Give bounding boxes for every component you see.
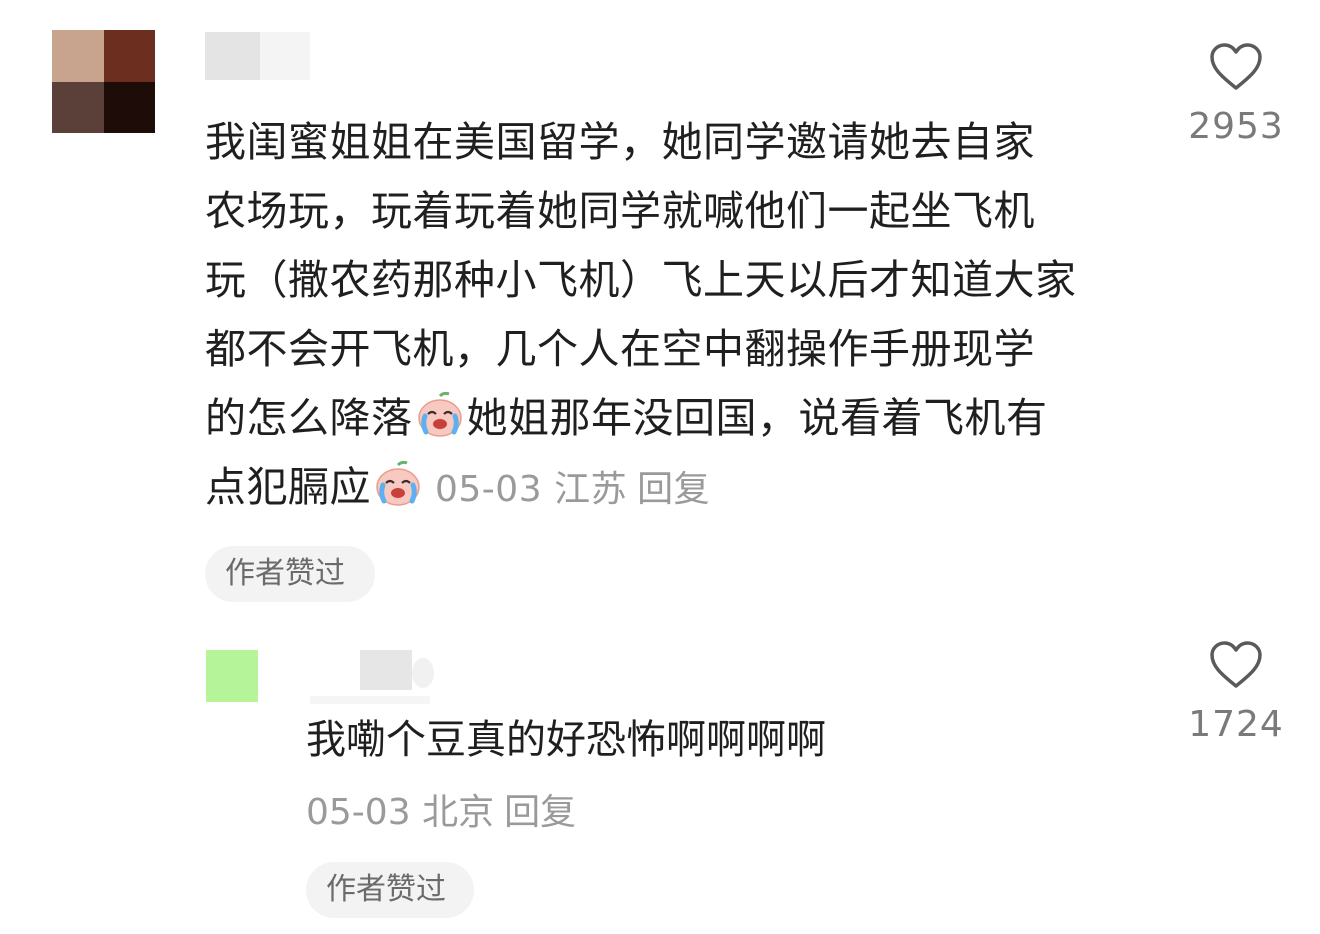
reply-date: 05-03 <box>306 792 411 833</box>
comment-line: 都不会开飞机，几个人在空中翻操作手册现学 <box>205 325 1035 373</box>
comment-fragment: 她姐那年没回国，说看着飞机有 <box>466 394 1048 442</box>
comment-meta: 05-03 江苏 回复 <box>435 469 710 510</box>
comment-fragment: 点犯膈应 <box>205 463 371 511</box>
username-blurred-tail <box>260 32 310 80</box>
crying-face-emoji-icon <box>376 461 420 506</box>
comment-date: 05-03 <box>435 469 543 510</box>
reply-text: 我嘞个豆真的好恐怖啊啊啊啊 <box>306 717 826 763</box>
comment-line: 的怎么降落 她姐那年没回国，说看着飞机有 <box>205 384 1140 453</box>
like-control[interactable]: 2953 <box>1171 42 1301 147</box>
comment-line: 玩（撒农药那种小飞机）飞上天以后才知道大家 <box>205 256 1077 304</box>
heart-outline-icon[interactable] <box>1209 42 1263 92</box>
like-count: 2953 <box>1188 106 1284 147</box>
author-liked-badge: 作者赞过 <box>306 862 474 918</box>
comment-text: 我闺蜜姐姐在美国留学，她同学邀请她去自家 农场玩，玩着玩着她同学就喊他们一起坐飞… <box>205 108 1140 524</box>
reply-location: 北京 <box>422 792 495 833</box>
reply-avatar[interactable] <box>206 650 258 702</box>
reply-button[interactable]: 回复 <box>504 792 576 833</box>
reply-meta: 05-03 北京 回复 <box>306 788 576 838</box>
username-blurred[interactable] <box>205 32 260 80</box>
comment-line: 点犯膈应 05-03 江苏 回复 <box>205 453 1140 524</box>
comment-line: 农场玩，玩着玩着她同学就喊他们一起坐飞机 <box>205 187 1035 235</box>
comment-line: 我闺蜜姐姐在美国留学，她同学邀请她去自家 <box>205 118 1035 166</box>
crying-face-emoji-icon <box>417 392 462 437</box>
author-liked-badge: 作者赞过 <box>205 546 375 602</box>
heart-outline-icon[interactable] <box>1209 640 1263 690</box>
reply-button[interactable]: 回复 <box>637 469 710 510</box>
reply-username-underline <box>310 696 430 704</box>
like-count: 1724 <box>1188 704 1284 745</box>
reply-username-blurred[interactable] <box>360 650 412 690</box>
comment-location: 江苏 <box>554 469 628 510</box>
avatar[interactable] <box>52 30 155 133</box>
reply-username-blurred-tail <box>412 658 434 688</box>
comment-fragment: 的怎么降落 <box>205 394 413 442</box>
like-control[interactable]: 1724 <box>1171 640 1301 745</box>
